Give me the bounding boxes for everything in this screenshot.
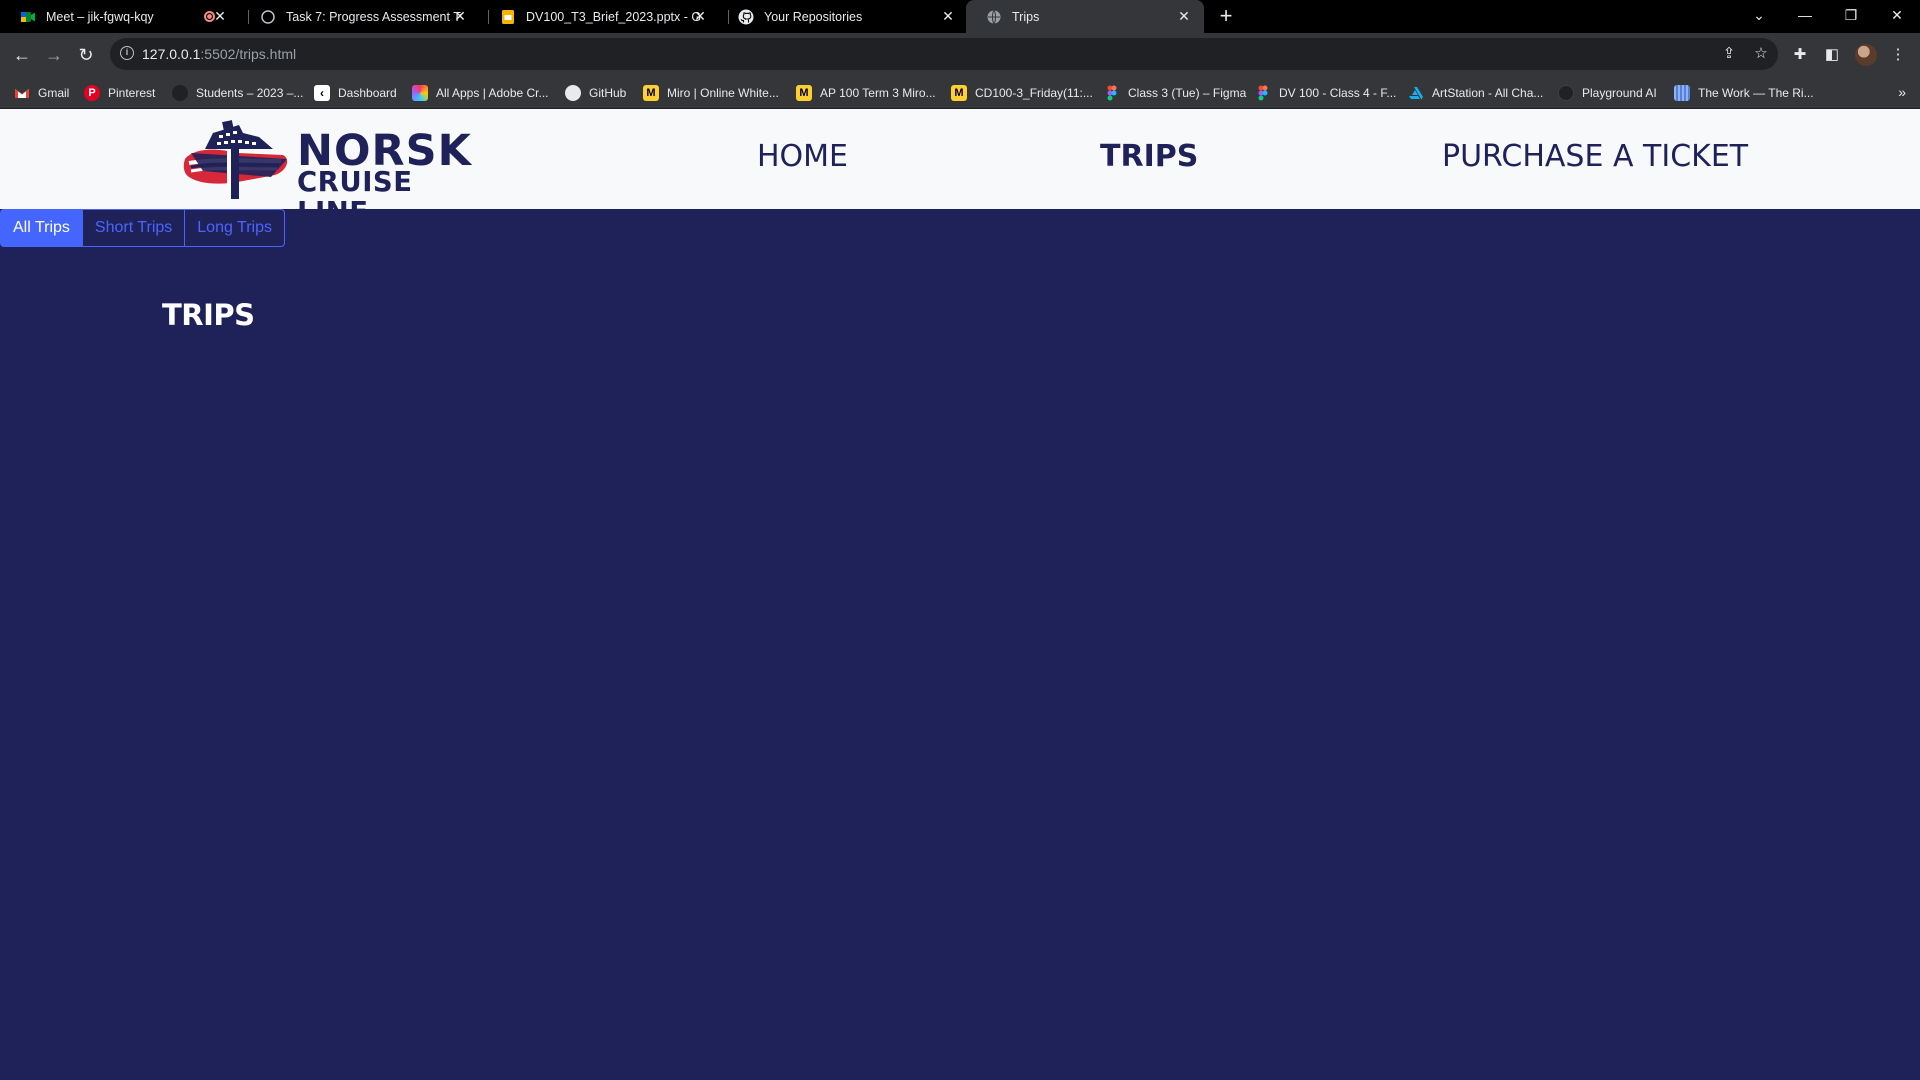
figma-icon xyxy=(1104,85,1120,101)
bookmark-dv100-class4[interactable]: DV 100 - Class 4 - F... xyxy=(1255,84,1396,102)
bookmark-playground-ai[interactable]: Playground AI xyxy=(1558,84,1657,102)
url-text: 127.0.0.1:5502/trips.html xyxy=(142,46,297,62)
browser-menu-icon[interactable]: ⋮ xyxy=(1888,45,1908,65)
bookmark-students-2023[interactable]: Students – 2023 –... xyxy=(172,84,303,102)
tab-trips[interactable]: Trips ✕ xyxy=(966,0,1204,33)
bookmark-miro[interactable]: M Miro | Online White... xyxy=(643,84,779,102)
norsk-cruise-line-logo[interactable]: NORSK CRUISE LINE xyxy=(183,119,493,227)
site-header: NORSK CRUISE LINE HOME TRIPS PURCHASE A … xyxy=(0,109,1920,227)
reload-button[interactable]: ↻ xyxy=(72,41,100,69)
gmail-icon xyxy=(14,85,30,101)
address-bar[interactable]: i 127.0.0.1:5502/trips.html ⇪ ☆ xyxy=(110,38,1778,70)
tab-your-repositories[interactable]: Your Repositories ✕ xyxy=(718,0,968,33)
trip-filter-button-group: All Trips Short Trips Long Trips xyxy=(0,209,285,247)
long-trips-button[interactable]: Long Trips xyxy=(184,209,285,247)
playground-ai-icon xyxy=(1558,85,1574,101)
miro-icon: M xyxy=(796,85,812,101)
cruise-ship-logo-icon xyxy=(183,120,288,199)
bookmark-cd100-friday[interactable]: M CD100-3_Friday(11:... xyxy=(951,84,1093,102)
close-tab-icon[interactable]: ✕ xyxy=(940,8,956,24)
close-window-button[interactable]: ✕ xyxy=(1874,0,1920,33)
pinterest-icon: P xyxy=(84,85,100,101)
back-button[interactable]: ← xyxy=(8,41,36,69)
all-trips-button[interactable]: All Trips xyxy=(0,209,83,247)
page-title: TRIPS xyxy=(162,298,255,332)
restore-window-button[interactable]: ❐ xyxy=(1828,0,1874,33)
browser-toolbar: ← → ↻ i 127.0.0.1:5502/trips.html ⇪ ☆ ✚ … xyxy=(0,33,1920,76)
nav-purchase-ticket[interactable]: PURCHASE A TICKET xyxy=(1442,137,1748,177)
short-trips-button[interactable]: Short Trips xyxy=(81,209,186,247)
loading-circle-icon xyxy=(260,9,276,25)
adobe-cc-icon xyxy=(412,85,428,101)
close-tab-icon[interactable]: ✕ xyxy=(212,8,228,24)
globe-icon xyxy=(986,9,1002,25)
tab-search-chevron-icon[interactable]: ⌄ xyxy=(1736,0,1782,33)
bookmark-pinterest[interactable]: P Pinterest xyxy=(84,84,155,102)
github-icon xyxy=(565,85,581,101)
forward-button[interactable]: → xyxy=(40,41,68,69)
more-bookmarks-chevron-icon[interactable]: » xyxy=(1898,84,1906,100)
side-panel-icon[interactable]: ◧ xyxy=(1822,45,1842,65)
bookmark-artstation[interactable]: ArtStation - All Cha... xyxy=(1408,84,1543,102)
bookmark-class3-figma[interactable]: Class 3 (Tue) – Figma xyxy=(1104,84,1246,102)
bookmark-gmail[interactable]: Gmail xyxy=(14,84,69,102)
artstation-icon xyxy=(1408,85,1424,101)
miro-icon: M xyxy=(951,85,967,101)
tab-dv100-brief[interactable]: DV100_T3_Brief_2023.pptx - Goo ✕ xyxy=(480,0,720,33)
bookmark-the-work[interactable]: The Work — The Ri... xyxy=(1674,84,1814,102)
google-slides-icon xyxy=(500,9,516,25)
minimize-window-button[interactable]: — xyxy=(1782,0,1828,33)
nav-home[interactable]: HOME xyxy=(757,137,848,177)
bookmark-dashboard[interactable]: ‹ Dashboard xyxy=(314,84,397,102)
google-meet-icon xyxy=(20,9,36,25)
figma-icon xyxy=(1255,85,1271,101)
dashboard-icon: ‹ xyxy=(314,85,330,101)
close-tab-icon[interactable]: ✕ xyxy=(1176,8,1192,24)
close-tab-icon[interactable]: ✕ xyxy=(692,8,708,24)
profile-avatar[interactable] xyxy=(1855,44,1877,66)
the-work-icon xyxy=(1674,85,1690,101)
generic-site-icon xyxy=(172,85,188,101)
bookmark-github[interactable]: GitHub xyxy=(565,84,626,102)
tab-task7[interactable]: Task 7: Progress Assessment Two ✕ xyxy=(240,0,480,33)
tab-meet[interactable]: Meet – jik-fgwq-kqy ✕ xyxy=(0,0,240,33)
share-icon[interactable]: ⇪ xyxy=(1720,45,1738,63)
new-tab-button[interactable]: + xyxy=(1214,5,1238,29)
bookmark-ap100-miro[interactable]: M AP 100 Term 3 Miro... xyxy=(796,84,936,102)
bookmark-adobe-apps[interactable]: All Apps | Adobe Cr... xyxy=(412,84,549,102)
bookmark-star-icon[interactable]: ☆ xyxy=(1752,45,1770,63)
browser-tab-strip: Meet – jik-fgwq-kqy ✕ Task 7: Progress A… xyxy=(0,0,1920,33)
extensions-puzzle-icon[interactable]: ✚ xyxy=(1790,45,1810,65)
site-info-icon[interactable]: i xyxy=(120,46,134,60)
logo-wordmark-cruise-line: CRUISE LINE xyxy=(297,166,413,228)
nav-trips[interactable]: TRIPS xyxy=(1100,137,1198,177)
github-icon xyxy=(738,9,754,25)
miro-icon: M xyxy=(643,85,659,101)
close-tab-icon[interactable]: ✕ xyxy=(452,8,468,24)
bookmarks-bar: Gmail P Pinterest Students – 2023 –... ‹ D… xyxy=(0,76,1920,109)
